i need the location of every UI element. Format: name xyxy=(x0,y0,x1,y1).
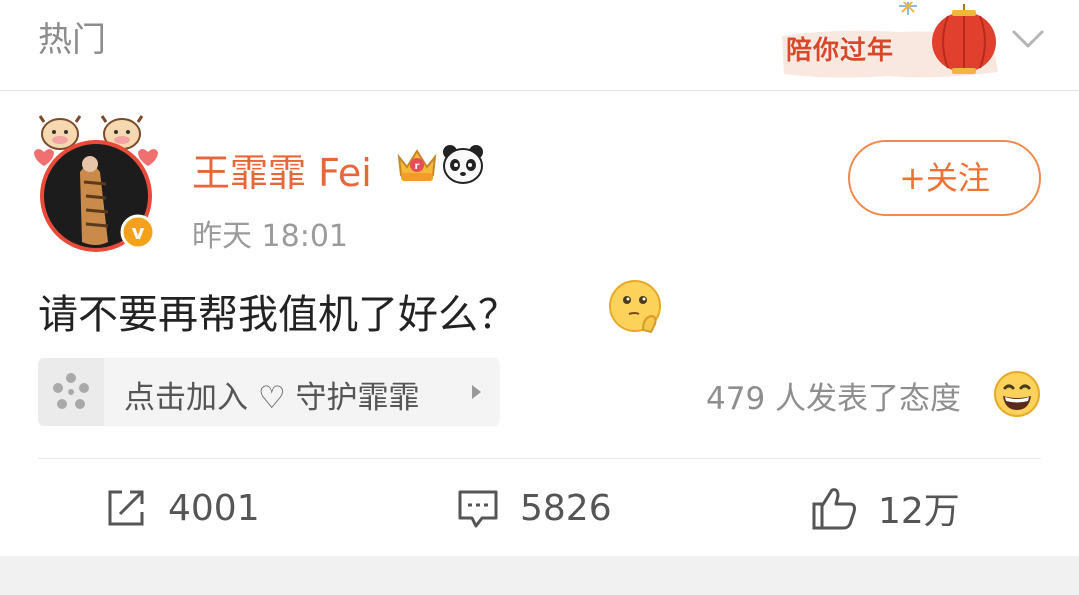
avatar[interactable]: v xyxy=(30,112,162,252)
follow-button[interactable]: +关注 xyxy=(848,140,1041,216)
arrow-right-icon xyxy=(472,385,481,399)
repost-button[interactable]: 4001 xyxy=(104,480,260,536)
super-topic-label: 点击加入 ♡ 守护霏霏 xyxy=(124,380,420,416)
attitude-count[interactable]: 479 人发表了态度 xyxy=(706,373,961,418)
thinking-emoji-icon xyxy=(609,280,661,334)
chevron-down-icon[interactable] xyxy=(1008,24,1048,54)
repost-icon xyxy=(108,490,144,526)
tab-hot[interactable]: 热门 xyxy=(38,12,106,61)
repost-count: 4001 xyxy=(168,487,260,529)
super-topic-tag[interactable]: 点击加入 ♡ 守护霏霏 xyxy=(38,358,500,426)
feed-header: 热门 陪你过年 xyxy=(0,0,1079,91)
panda-icon[interactable] xyxy=(440,143,486,185)
post-text: 请不要再帮我值机了好么？ xyxy=(38,292,518,338)
thumbs-up-icon xyxy=(812,488,856,530)
divider xyxy=(38,458,1041,459)
author-name[interactable]: 王霏霏 Fei xyxy=(192,142,372,197)
feed-separator xyxy=(0,556,1079,595)
svg-text:v: v xyxy=(131,220,144,244)
new-year-banner[interactable]: 陪你过年 xyxy=(778,2,1004,82)
cow-ornament-left xyxy=(38,115,82,150)
grin-emoji-icon[interactable] xyxy=(993,370,1041,418)
like-button[interactable]: 12万 xyxy=(810,480,960,536)
like-count: 12万 xyxy=(878,491,960,532)
crown-badge-icon[interactable]: r xyxy=(395,143,439,185)
super-topic-icon-box xyxy=(38,358,104,426)
comment-button[interactable]: 5826 xyxy=(456,480,612,536)
post-time: 昨天 18:01 xyxy=(192,219,348,254)
comment-icon xyxy=(458,490,498,528)
banner-text: 陪你过年 xyxy=(786,36,895,66)
comment-count: 5826 xyxy=(520,487,612,529)
super-topic-icon xyxy=(53,373,89,409)
svg-text:r: r xyxy=(415,161,420,172)
